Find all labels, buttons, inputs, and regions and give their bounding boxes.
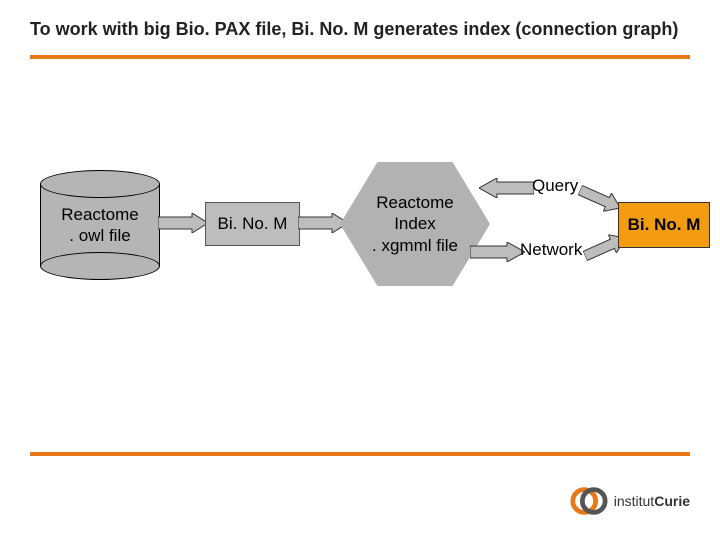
slide-title: To work with big Bio. PAX file, Bi. No. …: [0, 0, 720, 51]
process-binom-1: Bi. No. M: [205, 202, 300, 246]
cylinder-top: [40, 170, 160, 198]
hex-line3: . xgmml file: [372, 236, 458, 255]
cylinder-label-line1: Reactome: [61, 205, 138, 224]
process-binom-1-label: Bi. No. M: [218, 214, 288, 234]
arrow-hex-to-network: [470, 242, 525, 262]
diagram-stage: Reactome . owl file Bi. No. M Reactome I…: [30, 150, 690, 350]
hex-line1: Reactome: [376, 193, 453, 212]
footer-org-name: Curie: [654, 493, 690, 509]
cylinder-label: Reactome . owl file: [40, 204, 160, 247]
label-network: Network: [520, 240, 582, 260]
institut-curie-icon: [570, 482, 608, 520]
cylinder-reactome-owl: Reactome . owl file: [40, 170, 160, 280]
hexagon-reactome-index: Reactome Index . xgmml file: [340, 158, 490, 290]
arrow-process1-to-hex: [298, 213, 348, 233]
process-binom-2: Bi. No. M: [618, 202, 710, 248]
arrow-query-to-hex: [479, 178, 534, 198]
label-query: Query: [532, 176, 578, 196]
arrow-query-to-process2: [576, 181, 624, 217]
hex-line2: Index: [394, 214, 436, 233]
process-binom-2-label: Bi. No. M: [628, 215, 701, 235]
footer-logo: institutCurie: [570, 482, 690, 520]
footer-logo-text: institutCurie: [614, 493, 690, 509]
arrow-cylinder-to-process1: [158, 213, 208, 233]
top-rule: [30, 55, 690, 59]
footer-org-prefix: institut: [614, 493, 654, 509]
cylinder-bottom: [40, 252, 160, 280]
bottom-rule: [30, 452, 690, 456]
cylinder-label-line2: . owl file: [69, 226, 130, 245]
